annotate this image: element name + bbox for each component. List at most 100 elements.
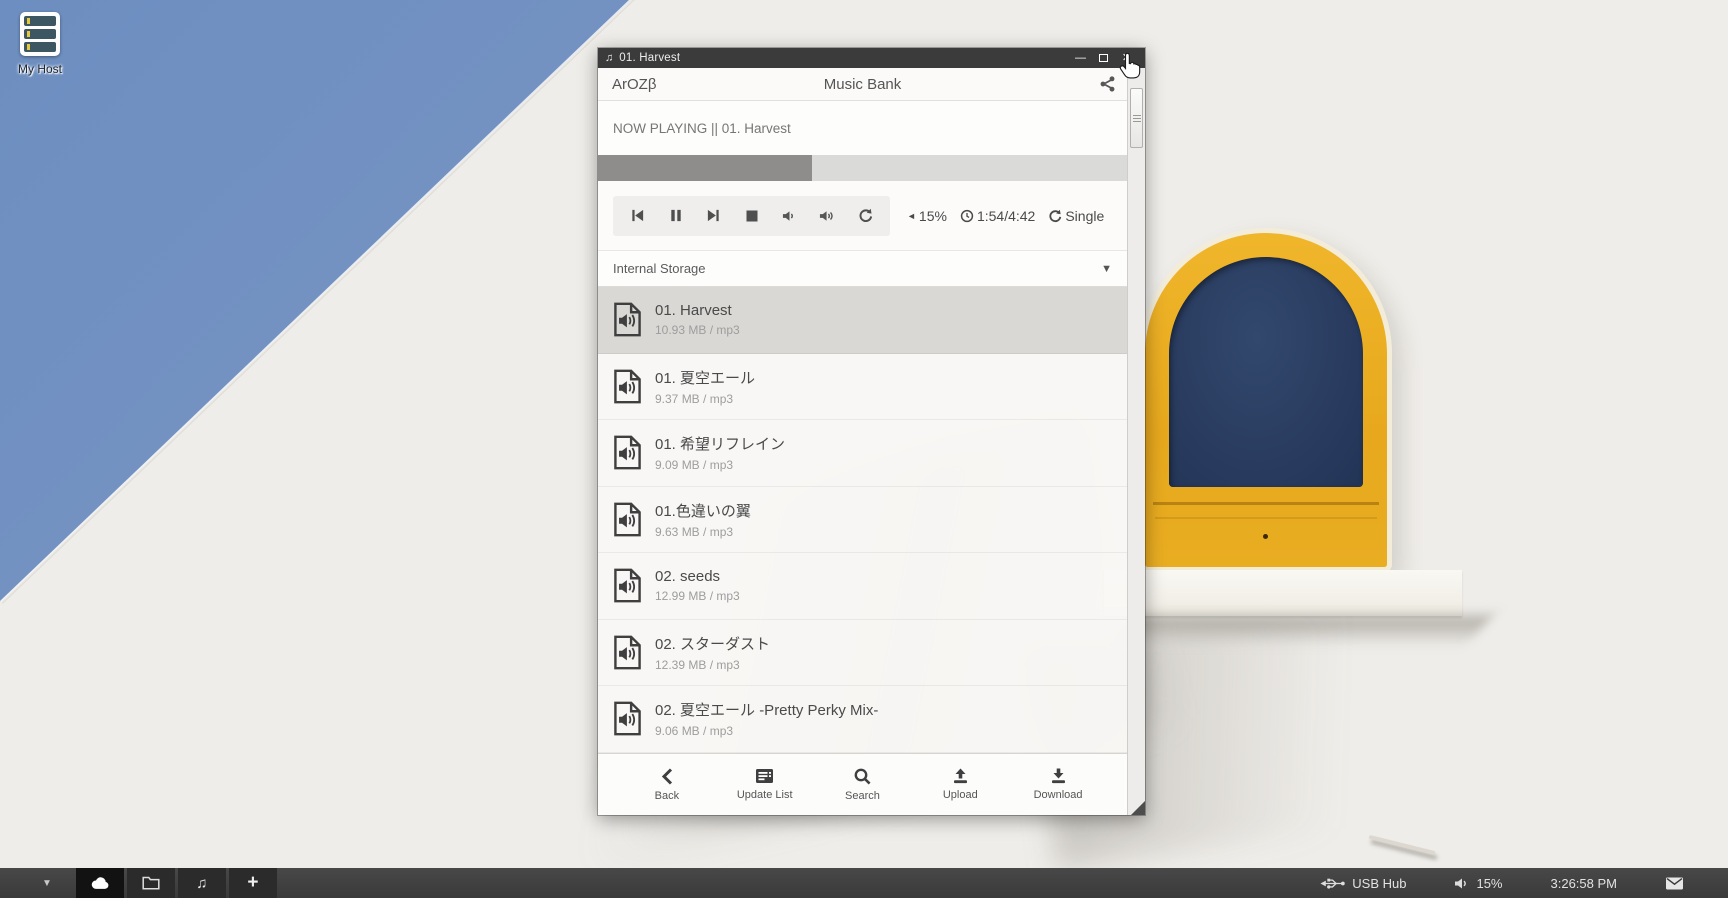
- folder-icon: [142, 876, 160, 890]
- chevron-left-icon: [661, 768, 673, 785]
- usb-hub-indicator[interactable]: USB Hub: [1320, 876, 1406, 891]
- back-button[interactable]: Back: [627, 768, 707, 802]
- usb-icon: [1320, 877, 1345, 890]
- minimize-button[interactable]: —: [1069, 48, 1092, 68]
- upload-icon: [952, 768, 969, 784]
- track-meta: 12.99 MB / mp3: [655, 589, 740, 603]
- volume-up-icon[interactable]: [814, 203, 840, 229]
- taskbar: ▼ ♫ + USB Hub 15% 3:26:58 PM: [0, 868, 1728, 898]
- list-item[interactable]: 02. 夏空エール -Pretty Perky Mix- 9.06 MB / m…: [598, 686, 1127, 753]
- taskbar-item-files[interactable]: [127, 868, 175, 898]
- plus-icon: +: [247, 872, 258, 894]
- repeat-button[interactable]: [852, 203, 878, 229]
- server-bar: [24, 16, 56, 26]
- time-readout: 1:54/4:42: [960, 208, 1035, 224]
- track-title: 01. Harvest: [655, 302, 740, 319]
- wall-window-frame-line: [1153, 502, 1379, 505]
- volume-label: 15%: [1476, 876, 1502, 891]
- storage-dropdown[interactable]: Internal Storage ▼: [598, 250, 1127, 287]
- track-title: 01. 夏空エール: [655, 367, 755, 388]
- track-meta: 9.09 MB / mp3: [655, 458, 785, 472]
- audio-file-icon: [613, 369, 642, 404]
- player-controls: ◄15% 1:54/4:42 Single: [598, 181, 1127, 250]
- clock-icon: [960, 209, 974, 223]
- list-item[interactable]: 02. seeds 12.99 MB / mp3: [598, 553, 1127, 620]
- toolbar-label: Search: [845, 790, 880, 802]
- app-title: Music Bank: [598, 76, 1127, 93]
- wall-window-glass: [1169, 257, 1363, 487]
- seek-bar[interactable]: [598, 155, 1127, 181]
- download-button[interactable]: Download: [1018, 768, 1098, 801]
- resize-handle[interactable]: [1131, 801, 1145, 815]
- server-bar: [24, 42, 56, 52]
- list-item[interactable]: 01. 夏空エール 9.37 MB / mp3: [598, 354, 1127, 421]
- taskbar-item-cloud[interactable]: [76, 868, 124, 898]
- share-icon[interactable]: [1100, 76, 1115, 96]
- desktop-icon-label: My Host: [10, 62, 70, 76]
- now-playing-text: NOW PLAYING || 01. Harvest: [613, 121, 791, 136]
- speaker-icon: [1454, 877, 1469, 890]
- previous-track-button[interactable]: [625, 203, 651, 229]
- envelope-icon: [1665, 877, 1684, 890]
- music-player-window[interactable]: ♫ 01. Harvest — ✕ ArOZβ Music Bank NOW P…: [598, 48, 1145, 815]
- track-meta: 9.37 MB / mp3: [655, 392, 755, 406]
- bottom-toolbar: Back Update List Search Upload Download: [598, 753, 1127, 815]
- taskbar-status-area: USB Hub 15% 3:26:58 PM: [1272, 876, 1728, 891]
- volume-down-icon[interactable]: [776, 203, 802, 229]
- hand-cursor: [1118, 52, 1142, 84]
- list-item[interactable]: 01.色違いの翼 9.63 MB / mp3: [598, 487, 1127, 554]
- transport-buttons: [613, 196, 890, 236]
- wall-window-frame-line: [1155, 517, 1377, 519]
- taskbar-item-music[interactable]: ♫: [178, 868, 226, 898]
- track-meta: 12.39 MB / mp3: [655, 658, 770, 672]
- window-title: 01. Harvest: [619, 52, 1069, 64]
- maximize-button[interactable]: [1092, 48, 1115, 68]
- wall-window-sill: [1104, 570, 1462, 616]
- pause-button[interactable]: [663, 203, 689, 229]
- window-body: ArOZβ Music Bank NOW PLAYING || 01. Harv…: [598, 68, 1145, 815]
- audio-file-icon: [613, 435, 642, 470]
- wall-antenna: [1369, 835, 1436, 855]
- track-title: 02. seeds: [655, 568, 740, 585]
- track-title: 02. 夏空エール -Pretty Perky Mix-: [655, 699, 878, 720]
- search-icon: [854, 768, 871, 785]
- track-list: 01. Harvest 10.93 MB / mp3 01. 夏空エール 9.3…: [598, 287, 1127, 753]
- taskbar-apps: ♫ +: [76, 868, 277, 898]
- list-item[interactable]: 01. Harvest 10.93 MB / mp3: [598, 287, 1127, 354]
- list-item[interactable]: 02. スターダスト 12.39 MB / mp3: [598, 620, 1127, 687]
- taskbar-chevron-icon[interactable]: ▼: [42, 878, 52, 889]
- toolbar-label: Back: [655, 790, 679, 802]
- track-meta: 9.63 MB / mp3: [655, 525, 751, 539]
- upload-button[interactable]: Upload: [920, 768, 1000, 801]
- toolbar-label: Upload: [943, 789, 978, 801]
- audio-file-icon: [613, 635, 642, 670]
- progress-fill: [598, 155, 812, 181]
- server-icon: [20, 12, 60, 56]
- taskbar-item-add[interactable]: +: [229, 868, 277, 898]
- volume-indicator-icon: ◄: [907, 211, 916, 221]
- window-scrollbar-thumb[interactable]: [1130, 88, 1143, 148]
- now-playing-bar: NOW PLAYING || 01. Harvest: [598, 101, 1127, 155]
- window-scrollbar-track[interactable]: [1127, 68, 1145, 815]
- search-button[interactable]: Search: [822, 768, 902, 802]
- player-status: ◄15% 1:54/4:42 Single: [898, 208, 1104, 224]
- app-header: ArOZβ Music Bank: [598, 68, 1127, 101]
- volume-indicator[interactable]: 15%: [1454, 876, 1502, 891]
- desktop-icon-my-host[interactable]: My Host: [10, 12, 70, 76]
- toolbar-label: Download: [1034, 789, 1083, 801]
- usb-hub-label: USB Hub: [1352, 876, 1406, 891]
- messages-indicator[interactable]: [1665, 877, 1684, 890]
- stop-button[interactable]: [739, 203, 765, 229]
- track-meta: 9.06 MB / mp3: [655, 724, 878, 738]
- window-titlebar[interactable]: ♫ 01. Harvest — ✕: [598, 48, 1145, 68]
- next-track-button[interactable]: [701, 203, 727, 229]
- list-item[interactable]: 01. 希望リフレイン 9.09 MB / mp3: [598, 420, 1127, 487]
- wall-window-knob: [1263, 534, 1268, 539]
- download-icon: [1050, 768, 1067, 784]
- audio-file-icon: [613, 302, 642, 337]
- play-mode[interactable]: Single: [1048, 208, 1104, 224]
- clock[interactable]: 3:26:58 PM: [1551, 876, 1618, 891]
- update-list-button[interactable]: Update List: [725, 768, 805, 801]
- audio-file-icon: [613, 701, 642, 736]
- play-mode-label: Single: [1065, 208, 1104, 224]
